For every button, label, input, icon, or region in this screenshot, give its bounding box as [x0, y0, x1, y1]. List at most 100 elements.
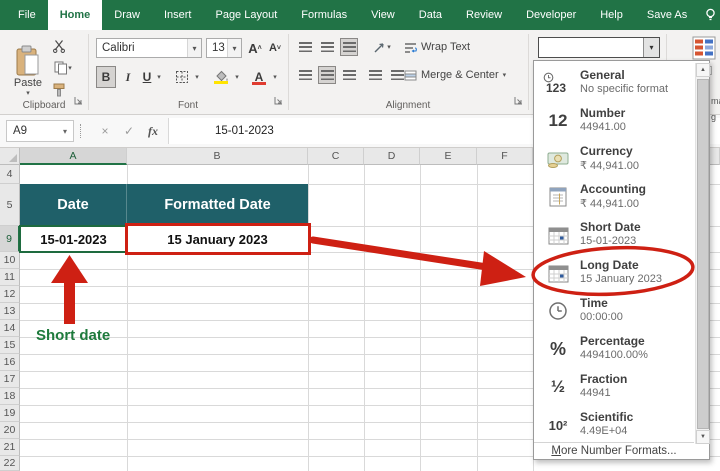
borders-dropdown-arrow-icon[interactable]: ▾: [192, 66, 202, 88]
tab-data[interactable]: Data: [407, 0, 454, 30]
format-option-time[interactable]: Time 00:00:00: [534, 292, 694, 330]
row-header-21[interactable]: 21: [0, 439, 20, 456]
row-header-19[interactable]: 19: [0, 405, 20, 422]
tab-tell-me[interactable]: Tell m: [699, 0, 720, 30]
borders-icon: [176, 71, 188, 83]
fill-color-button[interactable]: [210, 66, 232, 88]
tab-home[interactable]: Home: [47, 0, 103, 30]
more-number-formats-item[interactable]: More Number Formats...: [534, 442, 694, 459]
number-12-icon: 12: [548, 111, 568, 130]
decrease-indent-button[interactable]: [366, 66, 384, 84]
middle-align-button[interactable]: [318, 38, 336, 56]
format-option-currency[interactable]: Currency ₹ 44,941.00: [534, 140, 694, 178]
center-button[interactable]: [318, 66, 336, 84]
paste-button[interactable]: Paste ▾: [8, 34, 48, 108]
orientation-button[interactable]: ▾: [368, 38, 396, 56]
format-option-scientific[interactable]: 10² Scientific 4.49E+04: [534, 406, 694, 444]
tab-review[interactable]: Review: [454, 0, 514, 30]
tab-insert[interactable]: Insert: [152, 0, 204, 30]
copy-button[interactable]: ▾: [48, 60, 78, 76]
format-option-short-date[interactable]: Short Date 15-01-2023: [534, 216, 694, 254]
row-header-18[interactable]: 18: [0, 388, 20, 405]
font-name-combobox[interactable]: Calibri ▾: [96, 38, 202, 58]
dropdown-scrollbar[interactable]: ▲ ▼: [695, 63, 710, 444]
row-header-22[interactable]: 22: [0, 456, 20, 471]
name-box[interactable]: A9 ▾: [6, 120, 74, 142]
tab-formulas[interactable]: Formulas: [289, 0, 359, 30]
row-header-12[interactable]: 12: [0, 286, 20, 303]
row-header-16[interactable]: 16: [0, 354, 20, 371]
scrollbar-thumb[interactable]: [697, 79, 709, 429]
scroll-up-icon[interactable]: ▲: [696, 63, 710, 77]
cell-a9-selected[interactable]: 15-01-2023: [19, 225, 128, 253]
bold-button[interactable]: B: [96, 66, 116, 88]
decrease-font-size-button[interactable]: A ˅: [266, 38, 284, 58]
insert-function-button[interactable]: fx: [142, 120, 164, 142]
column-header-f[interactable]: F: [477, 148, 533, 165]
row-header-17[interactable]: 17: [0, 371, 20, 388]
scroll-down-icon[interactable]: ▼: [696, 430, 710, 444]
font-color-dropdown-arrow-icon[interactable]: ▾: [270, 66, 280, 88]
underline-dropdown-arrow-icon[interactable]: ▾: [154, 66, 164, 88]
column-header-a[interactable]: A: [20, 148, 127, 165]
row-header-20[interactable]: 20: [0, 422, 20, 439]
format-option-percentage[interactable]: % Percentage 4494100.00%: [534, 330, 694, 368]
align-left-button[interactable]: [296, 66, 314, 84]
number-format-arrow-icon[interactable]: ▾: [643, 38, 659, 57]
tab-view[interactable]: View: [359, 0, 407, 30]
align-right-button[interactable]: [340, 66, 358, 84]
center-icon: [320, 70, 334, 80]
row-header-4[interactable]: 4: [0, 165, 20, 184]
font-color-button[interactable]: A: [248, 66, 270, 88]
row-header-11[interactable]: 11: [0, 269, 20, 286]
number-format-combobox[interactable]: ▾: [538, 37, 660, 58]
row-header-13[interactable]: 13: [0, 303, 20, 320]
cell-b5[interactable]: Formatted Date: [127, 184, 308, 226]
alignment-dialog-launcher[interactable]: [514, 92, 523, 110]
format-option-long-date[interactable]: Long Date 15 January 2023: [534, 254, 694, 292]
column-header-partial[interactable]: [710, 148, 720, 165]
column-header-c[interactable]: C: [308, 148, 364, 165]
fill-color-icon: [213, 69, 229, 85]
bottom-align-button[interactable]: [340, 38, 358, 56]
borders-button[interactable]: [172, 66, 192, 88]
tab-file[interactable]: File: [6, 0, 48, 30]
format-option-number[interactable]: 12 Number 44941.00: [534, 102, 694, 140]
tab-save-as[interactable]: Save As: [635, 0, 699, 30]
font-dialog-launcher[interactable]: [274, 92, 283, 110]
row-header-10[interactable]: 10: [0, 252, 20, 269]
tab-help[interactable]: Help: [588, 0, 635, 30]
cut-button[interactable]: [50, 38, 68, 54]
column-header-e[interactable]: E: [420, 148, 477, 165]
column-header-b[interactable]: B: [127, 148, 308, 165]
gridline: [308, 165, 309, 471]
italic-button[interactable]: I: [120, 66, 136, 88]
format-option-general[interactable]: 123 General No specific format: [534, 64, 694, 102]
underline-button[interactable]: U: [139, 66, 155, 88]
select-all-corner[interactable]: [0, 148, 20, 165]
font-size-combobox[interactable]: 13 ▾: [206, 38, 242, 58]
column-header-d[interactable]: D: [364, 148, 420, 165]
format-option-accounting[interactable]: Accounting ₹ 44,941.00: [534, 178, 694, 216]
merge-center-button[interactable]: Merge & Center ▾: [404, 66, 516, 84]
row-header-5[interactable]: 5: [0, 184, 20, 226]
format-painter-button[interactable]: [50, 82, 68, 98]
increase-font-size-button[interactable]: A ˄: [246, 38, 264, 58]
cell-a5[interactable]: Date: [20, 184, 127, 226]
formula-bar-splitter[interactable]: [80, 124, 84, 138]
alignment-group-label: Alignment: [385, 100, 431, 111]
top-align-button[interactable]: [296, 38, 314, 56]
tab-draw[interactable]: Draw: [102, 0, 152, 30]
format-option-fraction[interactable]: ½ Fraction 44941: [534, 368, 694, 406]
wrap-text-button[interactable]: Wrap Text: [404, 38, 484, 56]
row-header-15[interactable]: 15: [0, 337, 20, 354]
clipboard-dialog-launcher[interactable]: [74, 92, 83, 110]
tab-developer[interactable]: Developer: [514, 0, 588, 30]
tab-page-layout[interactable]: Page Layout: [203, 0, 289, 30]
cancel-button[interactable]: ×: [94, 120, 116, 142]
row-header-14[interactable]: 14: [0, 320, 20, 337]
font-size-arrow-icon: ▾: [227, 39, 241, 57]
enter-button[interactable]: ✓: [118, 120, 140, 142]
row-header-9[interactable]: 9: [0, 226, 20, 252]
fill-color-dropdown-arrow-icon[interactable]: ▾: [232, 66, 242, 88]
